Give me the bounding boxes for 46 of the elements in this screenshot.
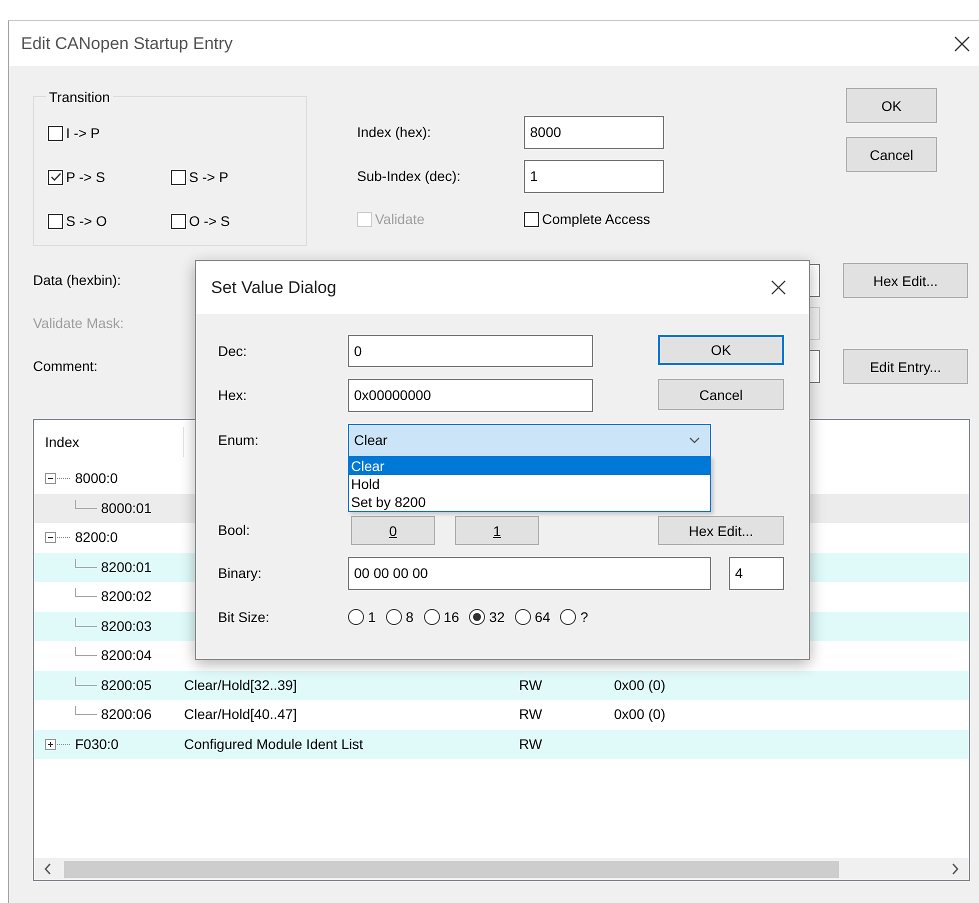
checkbox-label: Complete Access xyxy=(542,210,650,229)
checkbox-label: S -> O xyxy=(66,212,107,230)
field-label: Data (hexbin): xyxy=(33,271,122,290)
table-cell-text: 8200:05 xyxy=(101,676,152,695)
radio-label: 16 xyxy=(444,608,460,626)
table-cell-text: 8200:04 xyxy=(101,646,152,666)
field-label: Hex: xyxy=(218,386,248,405)
window-title: Edit CANopen Startup Entry xyxy=(21,32,233,55)
field-label: Comment: xyxy=(33,357,99,376)
table-cell: 0x00 (0) xyxy=(614,706,666,722)
checkbox-label: O -> S xyxy=(189,212,230,230)
table-cell: Configured Module Ident List xyxy=(184,736,363,752)
field-label: Index (hex): xyxy=(357,123,432,142)
table-cell: Clear/Hold[32..39] xyxy=(184,676,297,693)
radio-label: 64 xyxy=(534,608,550,626)
dropdown-value: Clear xyxy=(354,431,388,450)
table-cell: Clear/Hold[40..47] xyxy=(184,706,297,722)
field-label: Enum: xyxy=(218,431,260,450)
table-cell: RW xyxy=(519,706,542,722)
radio-label: 32 xyxy=(489,608,505,626)
table-cell-text: 8200:06 xyxy=(101,705,152,724)
field-label: Bool: xyxy=(218,521,251,540)
table-cell-text: F030:0 xyxy=(75,734,119,754)
table-cell-text: 8000:0 xyxy=(75,469,118,488)
radio-label: 8 xyxy=(406,608,414,626)
dialog-title: Set Value Dialog xyxy=(211,276,336,299)
table-cell: RW xyxy=(519,676,542,693)
table-cell-text: 8200:02 xyxy=(101,587,152,606)
field-label: Sub-Index (dec): xyxy=(357,167,462,186)
checkbox-label: I -> P xyxy=(66,124,100,142)
checkbox-label: P -> S xyxy=(66,168,106,186)
radio-label: 1 xyxy=(368,608,376,626)
table-cell-text: 8200:03 xyxy=(101,616,152,636)
table-cell-text: 8200:0 xyxy=(75,528,118,548)
group-title: Transition xyxy=(46,89,113,105)
field-label: Binary: xyxy=(218,564,263,583)
field-label: Validate Mask: xyxy=(33,314,125,333)
radio-label: ? xyxy=(580,608,588,626)
table-cell-text: 8000:01 xyxy=(101,498,152,518)
checkbox-label: Validate xyxy=(375,210,425,229)
table-cell: 0x00 (0) xyxy=(614,676,666,693)
field-label: Dec: xyxy=(218,342,248,360)
field-label: Bit Size: xyxy=(218,608,270,626)
table-cell: RW xyxy=(519,736,542,752)
table-cell-text: 8200:01 xyxy=(101,558,152,577)
checkbox-label: S -> P xyxy=(189,168,228,186)
